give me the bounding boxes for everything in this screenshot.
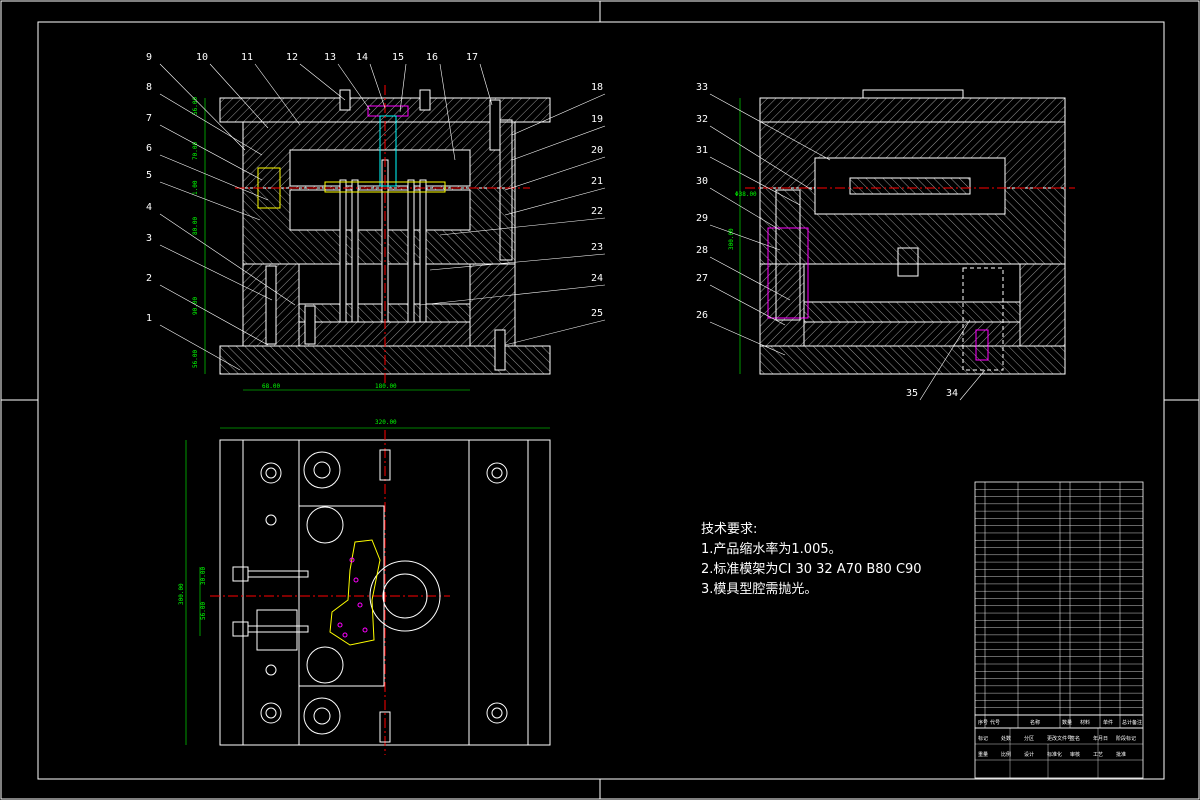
callout-label: 19 <box>591 114 603 125</box>
dim-plan-w: 320.00 <box>375 419 397 426</box>
title-block: 标记 处数 分区 更改文件号签名 年月日 阶段标记重量 比例 设计 标准化 审核 工艺 批准 <box>974 727 1144 779</box>
callout-label: 16 <box>426 52 438 63</box>
title-block-cell: 比例 <box>1001 751 1011 758</box>
plan-view: 320.00 300.00 30.00 56.00 <box>178 419 551 755</box>
callout-label: 15 <box>392 52 404 63</box>
leader-line <box>504 187 606 216</box>
table-header-cell: 序号 <box>978 719 988 726</box>
dim-left-h4: 80.00 <box>192 217 199 235</box>
leader-line <box>504 156 606 191</box>
callout-label: 20 <box>591 145 603 156</box>
dim-left-h6: 56.00 <box>192 350 199 368</box>
callout-label: 9 <box>146 52 152 63</box>
notes-item: 1.产品缩水率为1.005。 <box>701 542 842 557</box>
callout-label: 26 <box>696 310 708 321</box>
title-block-cell: 重量 <box>978 751 988 758</box>
callout-label: 33 <box>696 82 708 93</box>
callout-label: 4 <box>146 202 152 213</box>
callout-label: 21 <box>591 176 603 187</box>
callout-label: 23 <box>591 242 603 253</box>
title-block-cell: 标准化 <box>1047 751 1062 758</box>
notes-item: 3.模具型腔需抛光。 <box>701 582 818 597</box>
callout-label: 29 <box>696 213 708 224</box>
dim-right-h1: 300.00 <box>728 228 735 250</box>
dim-left-h3: 1.00 <box>192 180 199 195</box>
callout-label: 7 <box>146 113 152 124</box>
table-header-cell: 数量 <box>1062 719 1072 726</box>
callout-label: 35 <box>906 388 918 399</box>
callout-label: 3 <box>146 233 152 244</box>
leader-line <box>299 63 346 101</box>
drawing-canvas: 56.00 70.00 1.00 80.00 90.00 56.00 68.00… <box>0 0 1200 800</box>
title-block-cell: 标记 <box>978 735 988 742</box>
callout-label: 6 <box>146 143 152 154</box>
callout-label: 17 <box>466 52 478 63</box>
callout-label: 12 <box>286 52 298 63</box>
callout-label: 11 <box>241 52 253 63</box>
callout-label: 18 <box>591 82 603 93</box>
dim-plan-h3: 56.00 <box>200 602 207 620</box>
callout-label: 1 <box>146 313 152 324</box>
table-header-cell: 备注 <box>1132 719 1142 726</box>
front-section-view: 56.00 70.00 1.00 80.00 90.00 56.00 68.00… <box>192 85 551 391</box>
callout-label: 5 <box>146 170 152 181</box>
title-block-cell: 阶段标记 <box>1116 735 1136 742</box>
table-header-cell: 材料 <box>1080 719 1090 726</box>
dim-plan-h2: 30.00 <box>200 567 207 585</box>
callout-label: 30 <box>696 176 708 187</box>
title-block-cell: 审核 <box>1070 751 1080 758</box>
leader-line <box>504 319 606 346</box>
callout-label: 13 <box>324 52 336 63</box>
callout-label: 24 <box>591 273 603 284</box>
title-block-cell: 签名 <box>1070 735 1080 742</box>
title-block-cell: 分区 <box>1024 735 1034 742</box>
title-block-cell: 年月日 <box>1093 735 1108 742</box>
callout-label: 32 <box>696 114 708 125</box>
dim-right-d: Φ38.00 <box>735 191 757 198</box>
table-header-cell: 单件 <box>1103 719 1113 726</box>
title-block-cell: 处数 <box>1001 735 1011 742</box>
callout-label: 31 <box>696 145 708 156</box>
callout-label: 28 <box>696 245 708 256</box>
callout-label: 8 <box>146 82 152 93</box>
table-header-cell: 总计 <box>1122 719 1132 726</box>
table-header-cell: 名称 <box>1030 719 1040 726</box>
table-header-cell: 代号 <box>990 719 1000 726</box>
dim-left-w1: 68.00 <box>262 383 280 390</box>
callout-label: 27 <box>696 273 708 284</box>
title-block-cell: 更改文件号 <box>1047 735 1072 742</box>
callout-label: 22 <box>591 206 603 217</box>
parts-list-table: 序号 代号 名称 数量 材料 单件 总计 备注 <box>974 481 1144 729</box>
title-block-cell: 工艺 <box>1093 752 1103 758</box>
technical-requirements: 技术要求: 1.产品缩水率为1.005。 2.标准模架为CI 30 32 A70… <box>701 520 922 600</box>
dim-plan-h: 300.00 <box>178 583 185 605</box>
callout-label: 14 <box>356 52 368 63</box>
title-block-cell: 设计 <box>1024 751 1034 758</box>
callout-label: 25 <box>591 308 603 319</box>
notes-item: 2.标准模架为CI 30 32 A70 B80 C90 <box>701 562 922 577</box>
callout-label: 2 <box>146 273 152 284</box>
dim-left-w2: 180.00 <box>375 383 397 390</box>
callout-label: 34 <box>946 388 958 399</box>
notes-title: 技术要求: <box>701 522 758 537</box>
title-block-cell: 批准 <box>1116 751 1126 758</box>
dim-left-h1: 56.00 <box>192 97 199 115</box>
callout-label: 10 <box>196 52 208 63</box>
